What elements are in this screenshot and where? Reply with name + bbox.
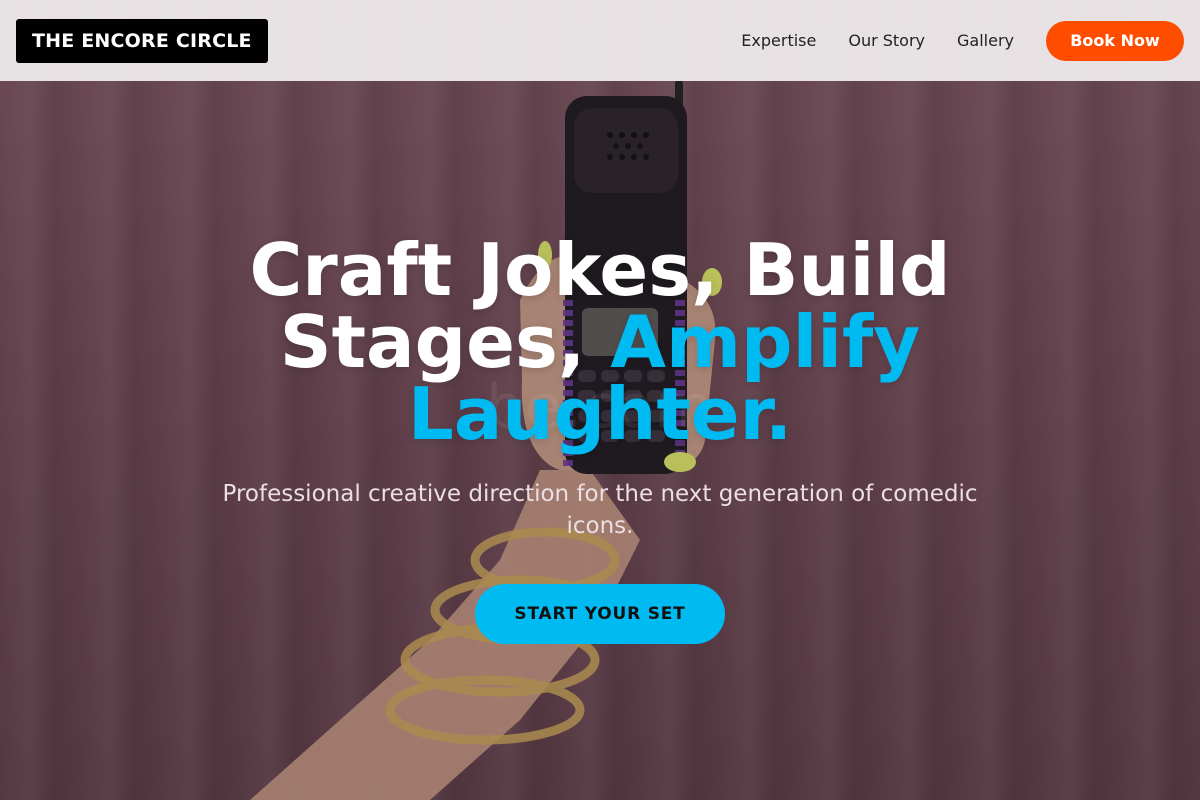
nav-link-gallery[interactable]: Gallery xyxy=(957,31,1014,50)
hero-subtitle: Professional creative direction for the … xyxy=(222,481,978,539)
nav-right-group: Expertise Our Story Gallery Book Now xyxy=(709,20,1184,61)
book-now-button[interactable]: Book Now xyxy=(1046,20,1184,61)
landing-page: be.com THE ENCORE CIRCLE Expertise Our S… xyxy=(0,0,1200,800)
nav-link-expertise[interactable]: Expertise xyxy=(741,31,816,50)
nav-link-our-story[interactable]: Our Story xyxy=(848,31,925,50)
nav-links: Expertise Our Story Gallery xyxy=(709,31,1014,50)
top-navigation-bar: THE ENCORE CIRCLE Expertise Our Story Ga… xyxy=(0,0,1200,81)
brand-logo[interactable]: THE ENCORE CIRCLE xyxy=(16,18,268,63)
start-your-set-button[interactable]: START YOUR SET xyxy=(475,584,725,644)
hero-section: Craft Jokes, Build Stages, Amplify Laugh… xyxy=(0,234,1200,644)
hero-headline: Craft Jokes, Build Stages, Amplify Laugh… xyxy=(220,234,980,450)
